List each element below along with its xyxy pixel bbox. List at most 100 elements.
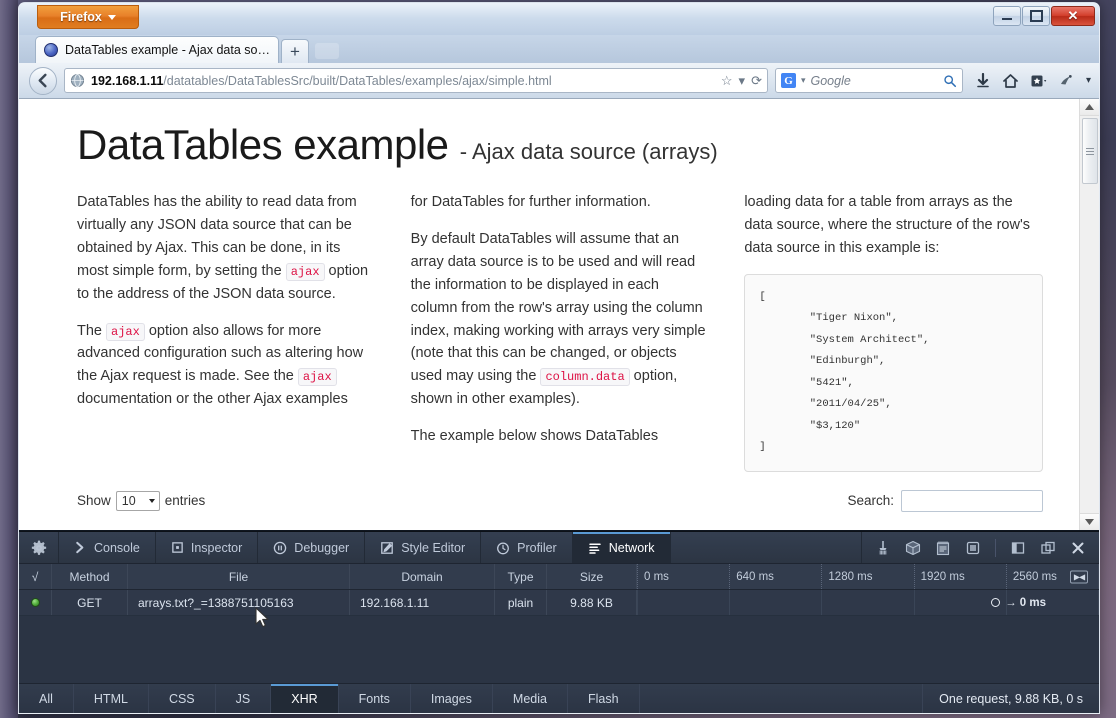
timeline-gridline [821,590,913,615]
timeline-ticks: 0 ms 640 ms 1280 ms 1920 ms 2560 ms [637,564,1098,589]
column-header-extn[interactable]: Extn. [550,523,685,530]
devtools-toolbar-spacer [671,532,862,563]
column-header-start-date[interactable]: Start date [684,523,891,530]
datatable-controls: Show 10 entries Search: [77,489,1043,512]
show-label: Show [77,493,111,509]
paragraph: for DataTables for further information. [410,194,651,210]
title-bar: Firefox ✕ [19,3,1099,35]
reload-icon[interactable]: ⟳ [751,73,762,89]
scroll-up-button[interactable] [1080,99,1099,116]
close-button[interactable]: ✕ [1051,6,1095,26]
column-header-position[interactable]: Position [220,523,404,530]
scroll-down-button[interactable] [1080,513,1099,530]
network-filter-xhr[interactable]: XHR [271,684,339,713]
datatable-header-row: NamePositionOfficeExtn.Start dateSalary [77,523,1043,530]
inline-code: ajax [285,262,325,281]
close-devtools-button[interactable] [1065,536,1091,560]
screenshot-button[interactable] [960,536,986,560]
table-search-input[interactable] [901,489,1043,512]
network-filter-html[interactable]: HTML [74,684,149,713]
save-har-button[interactable] [930,536,956,560]
table-search-control: Search: [847,489,1043,512]
new-tab-button[interactable]: + [281,39,309,63]
dock-side-button[interactable] [1005,536,1031,560]
url-bar[interactable]: 192.168.1.11/datatables/DataTablesSrc/bu… [64,68,768,93]
devtools-tab-label: Debugger [294,540,350,555]
column-header-office[interactable]: Office [403,523,551,530]
search-icon[interactable] [943,74,957,88]
column-header-name[interactable]: Name [77,523,221,530]
request-timeline: → 0 ms [637,590,1099,615]
url-path: /datatables/DataTablesSrc/built/DataTabl… [163,73,552,88]
bookmark-star-icon[interactable]: ☆ [721,73,733,89]
minimize-button[interactable] [993,6,1021,26]
addon-icon[interactable] [1058,73,1075,89]
browser-tab[interactable]: DataTables example - Ajax data source (.… [35,36,279,63]
timing-marker-icon [991,598,1001,607]
network-filter-fonts[interactable]: Fonts [339,684,411,713]
devtools-toolbar: Console Inspector Debugger Style Editor Prof… [19,532,1099,564]
page-viewport: DataTables example - Ajax data source (a… [19,99,1099,531]
clear-requests-button[interactable] [870,536,896,560]
home-icon[interactable] [1002,73,1019,89]
inspector-icon [171,541,184,554]
scrollbar-grip-icon [1086,147,1094,155]
devtools-tab-profiler[interactable]: Profiler [481,532,573,563]
tab-strip: DataTables example - Ajax data source (.… [19,35,1099,63]
devtools-settings-button[interactable] [19,532,59,563]
devtools-tab-inspector[interactable]: Inspector [156,532,259,563]
overflow-icon[interactable]: ▾ [1086,75,1091,86]
column-header-size[interactable]: Size [547,564,637,589]
style-editor-icon [380,541,394,555]
column-header-method[interactable]: Method [52,564,128,589]
devtools-tab-debugger[interactable]: Debugger [258,532,366,563]
page-subtitle: - Ajax data source (arrays) [459,139,718,164]
devtools-tab-style-editor[interactable]: Style Editor [365,532,482,563]
bookmarks-icon[interactable] [1030,73,1047,89]
column-header-timeline[interactable]: 0 ms 640 ms 1280 ms 1920 ms 2560 ms ▶◀ [637,564,1099,589]
column-header-domain[interactable]: Domain [350,564,495,589]
code-block: [ "Tiger Nixon", "System Architect", "Ed… [744,273,1043,472]
chevron-down-icon[interactable]: ▾ [801,75,806,86]
network-filter-media[interactable]: Media [493,684,568,713]
chevron-right-icon [74,541,87,554]
chevron-up-icon [1085,104,1094,110]
chevron-down-icon[interactable]: ▾ [739,73,746,89]
network-filter-js[interactable]: JS [216,684,272,713]
search-bar[interactable]: G ▾ Google [774,68,963,93]
devtools-tab-label: Inspector [190,540,243,555]
devtools-tool-buttons [862,532,1099,563]
import-har-button[interactable] [900,536,926,560]
expand-timeline-button[interactable]: ▶◀ [1070,570,1088,583]
page-scrollbar[interactable] [1079,99,1099,530]
firefox-menu-button[interactable]: Firefox [37,5,139,29]
devtools-tab-console[interactable]: Console [59,532,156,563]
scrollbar-thumb[interactable] [1082,118,1098,184]
intro-column-1: DataTables has the ability to read data … [77,191,376,472]
network-summary: One request, 9.88 KB, 0 s [939,691,1083,706]
timeline-gridline [637,590,729,615]
column-header-type[interactable]: Type [495,564,547,589]
network-filter-images[interactable]: Images [411,684,493,713]
intro-columns: DataTables has the ability to read data … [77,191,1043,472]
column-header-file[interactable]: File [128,564,350,589]
downloads-icon[interactable] [975,72,991,89]
detach-window-button[interactable] [1035,536,1061,560]
devtools-tab-network[interactable]: Network [572,532,671,563]
back-button[interactable] [29,66,57,95]
page-length-select[interactable]: 10 [115,490,160,511]
datatable: NamePositionOfficeExtn.Start dateSalary [77,523,1043,530]
datatable-header: NamePositionOfficeExtn.Start dateSalary [77,523,1043,530]
devtools-tab-list: Console Inspector Debugger Style Editor Prof… [59,532,671,563]
page-title-main: DataTables example [77,121,449,168]
column-header-salary[interactable]: Salary [890,523,1043,530]
devtools-tab-label: Console [94,540,140,555]
network-filter-all[interactable]: All [19,684,74,713]
maximize-button[interactable] [1022,6,1050,26]
network-filter-flash[interactable]: Flash [568,684,640,713]
page-content: DataTables example - Ajax data source (a… [19,99,1079,530]
column-header-status[interactable]: √ [19,564,52,589]
network-request-row[interactable]: GET arrays.txt?_=1388751105163 192.168.1.1… [19,590,1099,616]
inline-code: column.data [540,368,630,387]
network-filter-css[interactable]: CSS [149,684,216,713]
